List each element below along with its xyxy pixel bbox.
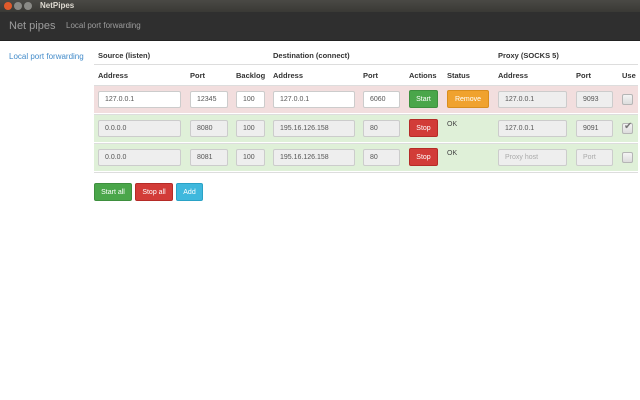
src-address-input[interactable]: 0.0.0.0 (98, 149, 181, 166)
remove-button[interactable]: Remove (447, 90, 489, 108)
use-proxy-checkbox[interactable]: ✔ (622, 121, 633, 134)
col-status: Status (447, 71, 470, 80)
use-proxy-checkbox[interactable] (622, 152, 633, 163)
checkmark-icon: ✔ (624, 121, 633, 132)
section-destination: Destination (connect) (273, 51, 350, 60)
brand[interactable]: Net pipes (9, 20, 55, 32)
proxy-address-input[interactable]: 127.0.0.1 (498, 120, 567, 137)
section-source: Source (listen) (98, 51, 151, 60)
col-dst-address: Address (273, 71, 304, 80)
navbar: Net pipes Local port forwarding (0, 12, 640, 41)
backlog-input[interactable]: 100 (236, 120, 265, 137)
use-proxy-checkbox[interactable] (622, 94, 633, 105)
divider (94, 172, 638, 173)
backlog-input[interactable]: 100 (236, 149, 265, 166)
col-actions: Actions (409, 71, 437, 80)
maximize-icon[interactable] (24, 2, 32, 10)
src-address-input[interactable]: 0.0.0.0 (98, 120, 181, 137)
section-proxy: Proxy (SOCKS 5) (498, 51, 559, 60)
minimize-icon[interactable] (14, 2, 22, 10)
stop-button[interactable]: Stop (409, 119, 438, 137)
proxy-port-input[interactable]: 9091 (576, 120, 613, 137)
dst-address-input[interactable]: 127.0.0.1 (273, 91, 355, 108)
nav-local-port-forwarding[interactable]: Local port forwarding (66, 21, 141, 30)
start-all-button[interactable]: Start all (94, 183, 132, 201)
start-button[interactable]: Start (409, 90, 438, 108)
col-proxy-port: Port (576, 71, 591, 80)
proxy-address-input[interactable]: Proxy host (498, 149, 567, 166)
src-port-input[interactable]: 8080 (190, 120, 228, 137)
proxy-port-input[interactable]: 9093 (576, 91, 613, 108)
col-src-address: Address (98, 71, 129, 80)
dst-address-input[interactable]: 195.16.126.158 (273, 120, 355, 137)
dst-port-input[interactable]: 80 (363, 149, 400, 166)
dst-address-input[interactable]: 195.16.126.158 (273, 149, 355, 166)
proxy-address-input[interactable]: 127.0.0.1 (498, 91, 567, 108)
dst-port-input[interactable]: 6060 (363, 91, 400, 108)
col-backlog: Backlog (236, 71, 266, 80)
close-icon[interactable] (4, 2, 12, 10)
backlog-input[interactable]: 100 (236, 91, 265, 108)
src-port-input[interactable]: 8081 (190, 149, 228, 166)
col-use: Use (622, 71, 636, 80)
window-titlebar: NetPipes (0, 0, 640, 12)
col-dst-port: Port (363, 71, 378, 80)
col-proxy-address: Address (498, 71, 529, 80)
sidebar-item-local-port-forwarding[interactable]: Local port forwarding (9, 52, 84, 61)
divider (94, 64, 638, 65)
dst-port-input[interactable]: 80 (363, 120, 400, 137)
proxy-port-input[interactable]: Port (576, 149, 613, 166)
stop-all-button[interactable]: Stop all (135, 183, 173, 201)
src-port-input[interactable]: 12345 (190, 91, 228, 108)
src-address-input[interactable]: 127.0.0.1 (98, 91, 181, 108)
status-text: OK (447, 150, 458, 157)
window-title: NetPipes (40, 1, 75, 10)
add-button[interactable]: Add (176, 183, 203, 201)
stop-button[interactable]: Stop (409, 148, 438, 166)
col-src-port: Port (190, 71, 205, 80)
status-text: OK (447, 121, 458, 128)
